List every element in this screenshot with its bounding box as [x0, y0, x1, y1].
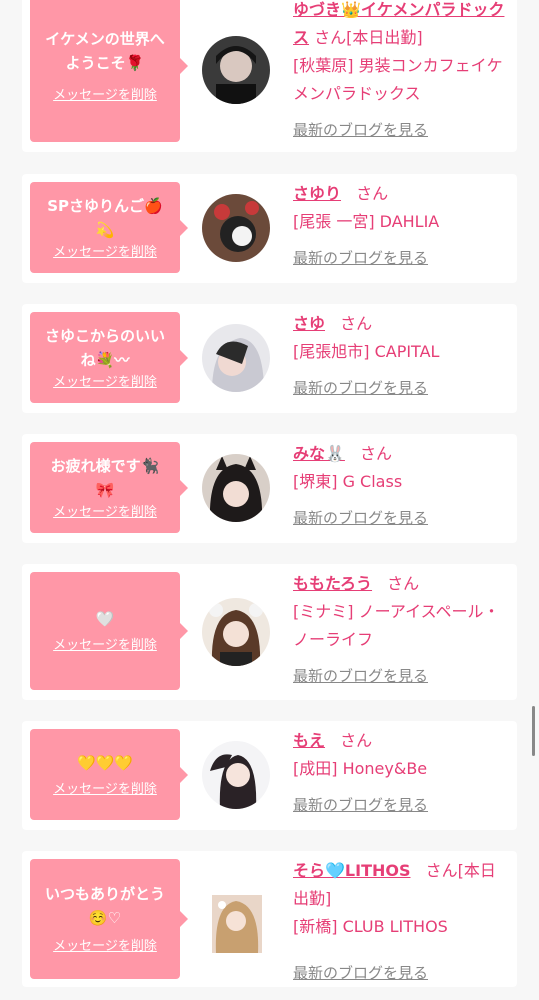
message-bubble: 🤍 メッセージを削除: [30, 572, 188, 690]
shop-text: [尾張旭市] CAPITAL: [293, 342, 440, 361]
cast-info: もえ さん [成田] Honey&Be 最新のブログを見る: [293, 727, 505, 814]
shop-text: [尾張 一宮] DAHLIA: [293, 212, 440, 231]
status-text: [本日出勤]: [346, 28, 423, 47]
cast-info: ゆづき👑イケメンパラドックス さん[本日出勤] [秋葉原] 男装コンカフェイケメ…: [293, 0, 505, 139]
shop-text: [ミナミ] ノーアイスペール・ノーライフ: [293, 602, 500, 649]
cast-name-link[interactable]: さゆ: [293, 314, 325, 333]
message-card: イケメンの世界へ ようこそ🌹 メッセージを削除 ゆづき👑イケメンパラドックス さ…: [22, 0, 517, 152]
cast-name-link[interactable]: ももたろう: [293, 574, 372, 593]
avatar[interactable]: [202, 741, 270, 809]
cast-info: さゆり さん [尾張 一宮] DAHLIA 最新のブログを見る: [293, 180, 505, 267]
shop-text: [新橋] CLUB LITHOS: [293, 917, 448, 936]
avatar[interactable]: [202, 194, 270, 262]
blog-link[interactable]: 最新のブログを見る: [293, 504, 428, 532]
avatar[interactable]: [202, 36, 270, 104]
cast-info: さゆ さん [尾張旭市] CAPITAL 最新のブログを見る: [293, 310, 505, 397]
delete-message-link[interactable]: メッセージを削除: [53, 87, 157, 105]
message-card: SPさゆりんご🍎 💫 メッセージを削除 さゆり さん [尾張 一宮] DAHLI…: [22, 174, 517, 283]
cast-name-link[interactable]: そら🩵LITHOS: [293, 861, 411, 880]
message-bubble: 💛💛💛 メッセージを削除: [30, 729, 188, 820]
blog-link[interactable]: 最新のブログを見る: [293, 374, 428, 402]
cast-info: ももたろう さん [ミナミ] ノーアイスペール・ノーライフ 最新のブログを見る: [293, 570, 505, 685]
cast-info: みな🐰 さん [堺東] G Class 最新のブログを見る: [293, 440, 505, 527]
honorific: さん: [425, 861, 458, 880]
message-card: 💛💛💛 メッセージを削除 もえ さん [成田] Honey&Be 最新のブログを…: [22, 721, 517, 830]
message-text: SPさゆりんご🍎 💫: [47, 196, 163, 239]
cast-name-link[interactable]: さゆり: [293, 184, 341, 203]
message-bubble: いつもありがとう ☺️♡ メッセージを削除: [30, 859, 188, 979]
shop-text: [秋葉原] 男装コンカフェイケメンパラドックス: [293, 56, 503, 103]
avatar[interactable]: [212, 895, 262, 953]
blog-link[interactable]: 最新のブログを見る: [293, 116, 428, 144]
message-text: 💛💛💛: [76, 753, 134, 772]
scrollbar[interactable]: [532, 706, 535, 756]
cast-name-link[interactable]: もえ: [293, 731, 325, 750]
blog-link[interactable]: 最新のブログを見る: [293, 791, 428, 819]
message-bubble: お疲れ様です🐈‍⬛ 🎀 メッセージを削除: [30, 442, 188, 533]
honorific: さん: [356, 184, 389, 203]
message-text: いつもありがとう ☺️♡: [44, 885, 165, 927]
blog-link[interactable]: 最新のブログを見る: [293, 959, 428, 987]
delete-message-link[interactable]: メッセージを削除: [53, 374, 157, 392]
message-card: お疲れ様です🐈‍⬛ 🎀 メッセージを削除 みな🐰 さん [堺東] G Class…: [22, 434, 517, 543]
message-text: お疲れ様です🐈‍⬛ 🎀: [50, 456, 160, 499]
avatar[interactable]: [202, 598, 270, 666]
shop-text: [堺東] G Class: [293, 472, 403, 491]
message-card: 🤍 メッセージを削除 ももたろう さん [ミナミ] ノーアイスペール・ノーライフ…: [22, 564, 517, 700]
delete-message-link[interactable]: メッセージを削除: [53, 504, 157, 522]
message-bubble: さゆこからのいい ね💐〰 メッセージを削除: [30, 312, 188, 403]
honorific: さん: [340, 314, 373, 333]
cast-name-link[interactable]: みな🐰: [293, 444, 345, 463]
message-text: イケメンの世界へ ようこそ🌹: [45, 30, 165, 72]
blog-link[interactable]: 最新のブログを見る: [293, 662, 428, 690]
message-text: さゆこからのいい ね💐〰: [44, 326, 165, 369]
cast-info: そら🩵LITHOS さん[本日出勤] [新橋] CLUB LITHOS 最新のブ…: [293, 857, 505, 982]
message-text: 🤍: [95, 610, 115, 628]
shop-text: [成田] Honey&Be: [293, 759, 428, 778]
avatar[interactable]: [202, 324, 270, 392]
delete-message-link[interactable]: メッセージを削除: [53, 938, 157, 956]
delete-message-link[interactable]: メッセージを削除: [53, 244, 157, 262]
message-bubble: イケメンの世界へ ようこそ🌹 メッセージを削除: [30, 0, 188, 142]
delete-message-link[interactable]: メッセージを削除: [53, 781, 157, 799]
message-card: さゆこからのいい ね💐〰 メッセージを削除 さゆ さん [尾張旭市] CAPIT…: [22, 304, 517, 413]
honorific: さん: [314, 28, 347, 47]
honorific: さん: [387, 574, 420, 593]
delete-message-link[interactable]: メッセージを削除: [53, 637, 157, 655]
avatar[interactable]: [202, 454, 270, 522]
blog-link[interactable]: 最新のブログを見る: [293, 244, 428, 272]
honorific: さん: [360, 444, 393, 463]
message-card: いつもありがとう ☺️♡ メッセージを削除 そら🩵LITHOS さん[本日出勤]…: [22, 851, 517, 987]
honorific: さん: [340, 731, 373, 750]
message-bubble: SPさゆりんご🍎 💫 メッセージを削除: [30, 182, 188, 273]
